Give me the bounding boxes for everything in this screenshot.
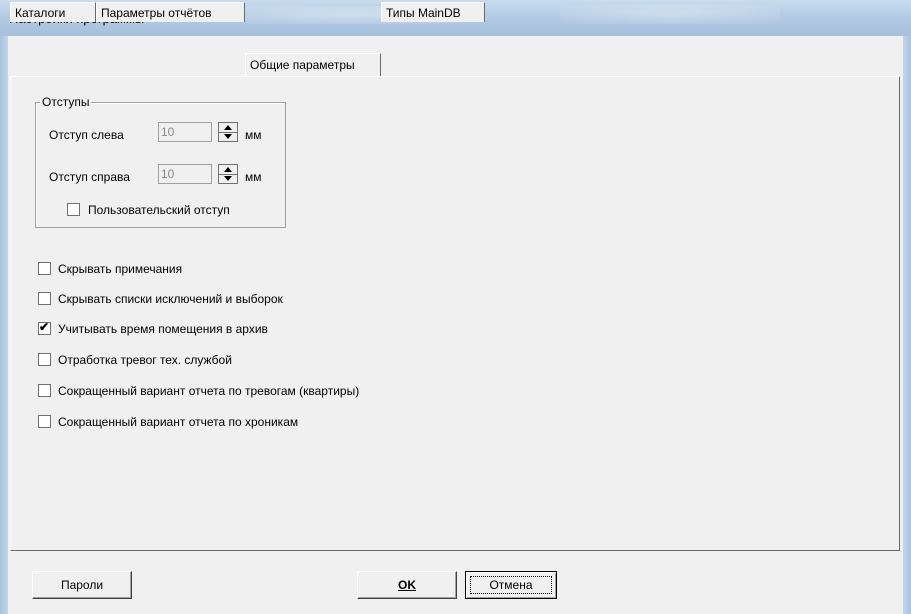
option-checkbox-2[interactable]: ✔ bbox=[38, 320, 51, 335]
option-checkbox-3[interactable] bbox=[38, 353, 51, 366]
tab-label: Типы MainDB bbox=[386, 6, 461, 20]
left-margin-spinner[interactable] bbox=[218, 122, 238, 142]
spin-down-icon[interactable] bbox=[219, 174, 237, 183]
tab-label: Параметры отчётов bbox=[101, 6, 212, 20]
passwords-button[interactable]: Пароли bbox=[32, 571, 132, 599]
option-label-alarm-service: Отработка тревог тех. службой bbox=[58, 353, 232, 367]
ok-button[interactable]: OK bbox=[357, 571, 457, 599]
ok-button-label: OK bbox=[398, 578, 416, 592]
option-label-short-chronicle-report: Сокращенный вариант отчета по хроникам bbox=[58, 415, 299, 429]
right-margin-input[interactable]: 10 bbox=[158, 164, 212, 184]
tab-catalogs[interactable]: Каталоги bbox=[10, 2, 96, 22]
option-label-short-alarm-report: Сокращенный вариант отчета по тревогам (… bbox=[58, 384, 360, 398]
option-label-hide-lists: Скрывать списки исключений и выборок bbox=[58, 292, 283, 306]
option-label-archive-time: Учитывать время помещения в архив bbox=[58, 322, 268, 336]
tab-report-params[interactable]: Параметры отчётов bbox=[96, 2, 245, 22]
option-checkbox-5[interactable] bbox=[38, 415, 51, 428]
left-margin-label: Отступ слева bbox=[49, 128, 124, 142]
tab-maindb-types[interactable]: Типы MainDB bbox=[381, 2, 485, 22]
custom-margin-label: Пользовательский отступ bbox=[88, 203, 230, 217]
margins-group-title: Отступы bbox=[40, 95, 92, 109]
option-label-hide-notes: Скрывать примечания bbox=[58, 262, 183, 276]
right-margin-label: Отступ справа bbox=[49, 170, 130, 184]
tab-label: Каталоги bbox=[15, 6, 66, 20]
option-checkbox-4[interactable] bbox=[38, 384, 51, 397]
checkmark-icon: ✔ bbox=[39, 320, 50, 334]
settings-window: Настройки программы Каталоги Параметры о… bbox=[0, 0, 911, 614]
cancel-button-label: Отмена bbox=[489, 578, 533, 592]
right-margin-unit: мм bbox=[245, 170, 262, 184]
right-margin-spinner[interactable] bbox=[218, 164, 238, 184]
left-margin-input[interactable]: 10 bbox=[158, 122, 212, 142]
left-margin-unit: мм bbox=[245, 128, 262, 142]
tab-general-params[interactable]: Общие параметры bbox=[245, 53, 381, 76]
passwords-button-label: Пароли bbox=[60, 578, 104, 592]
tab-label: Общие параметры bbox=[250, 58, 355, 72]
custom-margin-checkbox[interactable] bbox=[67, 203, 80, 216]
cancel-button[interactable]: Отмена bbox=[465, 571, 557, 599]
spin-down-icon[interactable] bbox=[219, 132, 237, 141]
window-frame-right bbox=[903, 36, 911, 614]
option-checkbox-1[interactable] bbox=[38, 292, 51, 305]
option-checkbox-0[interactable] bbox=[38, 262, 51, 275]
window-frame-left bbox=[0, 36, 8, 614]
